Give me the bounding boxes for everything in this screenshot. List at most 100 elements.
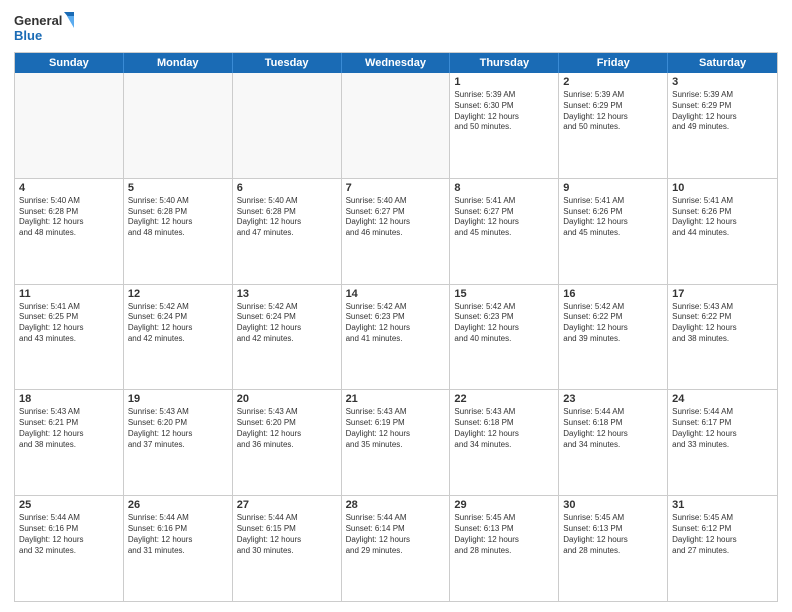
day-cell-1: 1Sunrise: 5:39 AM Sunset: 6:30 PM Daylig… [450, 73, 559, 178]
header-cell-thursday: Thursday [450, 53, 559, 73]
calendar-header: SundayMondayTuesdayWednesdayThursdayFrid… [15, 53, 777, 73]
day-cell-21: 21 Sunrise: 5:43 AM Sunset: 6:19 PM Dayli… [342, 390, 451, 495]
day-cell-20: 20 Sunrise: 5:43 AM Sunset: 6:20 PM Dayli… [233, 390, 342, 495]
day-info: Sunrise: 5:41 AM Sunset: 6:25 PM Dayligh… [19, 302, 119, 345]
day-info: Sunrise: 5:41 AM Sunset: 6:26 PM Dayligh… [672, 196, 773, 239]
day-cell-4: 4 Sunrise: 5:40 AM Sunset: 6:28 PM Daylig… [15, 179, 124, 284]
day-info: Sunrise: 5:43 AM Sunset: 6:20 PM Dayligh… [237, 407, 337, 450]
day-cell-24: 24 Sunrise: 5:44 AM Sunset: 6:17 PM Dayli… [668, 390, 777, 495]
header-cell-tuesday: Tuesday [233, 53, 342, 73]
day-info: Sunrise: 5:42 AM Sunset: 6:23 PM Dayligh… [454, 302, 554, 345]
header-cell-saturday: Saturday [668, 53, 777, 73]
logo-svg: General Blue [14, 10, 74, 46]
empty-cell [233, 73, 342, 178]
empty-cell [15, 73, 124, 178]
day-number: 4 [19, 182, 119, 194]
day-cell-14: 14 Sunrise: 5:42 AM Sunset: 6:23 PM Dayli… [342, 285, 451, 390]
day-number: 18 [19, 393, 119, 405]
day-number: 14 [346, 288, 446, 300]
day-info: Sunrise: 5:40 AM Sunset: 6:27 PM Dayligh… [346, 196, 446, 239]
day-cell-17: 17 Sunrise: 5:43 AM Sunset: 6:22 PM Dayli… [668, 285, 777, 390]
day-cell-28: 28 Sunrise: 5:44 AM Sunset: 6:14 PM Dayli… [342, 496, 451, 601]
day-cell-23: 23 Sunrise: 5:44 AM Sunset: 6:18 PM Dayli… [559, 390, 668, 495]
day-number: 26 [128, 499, 228, 511]
calendar-row-3: 18 Sunrise: 5:43 AM Sunset: 6:21 PM Dayli… [15, 389, 777, 495]
day-info: Sunrise: 5:43 AM Sunset: 6:20 PM Dayligh… [128, 407, 228, 450]
day-info: Sunrise: 5:44 AM Sunset: 6:17 PM Dayligh… [672, 407, 773, 450]
day-number: 30 [563, 499, 663, 511]
day-number: 13 [237, 288, 337, 300]
svg-text:General: General [14, 13, 62, 28]
day-number: 6 [237, 182, 337, 194]
day-cell-9: 9 Sunrise: 5:41 AM Sunset: 6:26 PM Daylig… [559, 179, 668, 284]
day-info: Sunrise: 5:44 AM Sunset: 6:14 PM Dayligh… [346, 513, 446, 556]
day-number: 22 [454, 393, 554, 405]
day-number: 27 [237, 499, 337, 511]
calendar-row-2: 11 Sunrise: 5:41 AM Sunset: 6:25 PM Dayli… [15, 284, 777, 390]
day-number: 5 [128, 182, 228, 194]
day-number: 1 [454, 76, 554, 88]
header-cell-monday: Monday [124, 53, 233, 73]
day-number: 28 [346, 499, 446, 511]
day-number: 31 [672, 499, 773, 511]
day-info: Sunrise: 5:43 AM Sunset: 6:22 PM Dayligh… [672, 302, 773, 345]
day-info: Sunrise: 5:43 AM Sunset: 6:19 PM Dayligh… [346, 407, 446, 450]
day-cell-29: 29 Sunrise: 5:45 AM Sunset: 6:13 PM Dayli… [450, 496, 559, 601]
day-number: 20 [237, 393, 337, 405]
day-number: 29 [454, 499, 554, 511]
day-number: 2 [563, 76, 663, 88]
day-info: Sunrise: 5:45 AM Sunset: 6:13 PM Dayligh… [454, 513, 554, 556]
day-number: 3 [672, 76, 773, 88]
day-cell-25: 25 Sunrise: 5:44 AM Sunset: 6:16 PM Dayli… [15, 496, 124, 601]
day-cell-8: 8 Sunrise: 5:41 AM Sunset: 6:27 PM Daylig… [450, 179, 559, 284]
day-number: 23 [563, 393, 663, 405]
day-info: Sunrise: 5:43 AM Sunset: 6:21 PM Dayligh… [19, 407, 119, 450]
day-cell-5: 5 Sunrise: 5:40 AM Sunset: 6:28 PM Daylig… [124, 179, 233, 284]
empty-cell [124, 73, 233, 178]
day-info: Sunrise: 5:41 AM Sunset: 6:26 PM Dayligh… [563, 196, 663, 239]
day-number: 12 [128, 288, 228, 300]
day-info: Sunrise: 5:41 AM Sunset: 6:27 PM Dayligh… [454, 196, 554, 239]
day-cell-22: 22 Sunrise: 5:43 AM Sunset: 6:18 PM Dayli… [450, 390, 559, 495]
day-cell-15: 15 Sunrise: 5:42 AM Sunset: 6:23 PM Dayli… [450, 285, 559, 390]
day-number: 8 [454, 182, 554, 194]
day-cell-19: 19 Sunrise: 5:43 AM Sunset: 6:20 PM Dayli… [124, 390, 233, 495]
day-number: 19 [128, 393, 228, 405]
day-number: 15 [454, 288, 554, 300]
day-info: Sunrise: 5:43 AM Sunset: 6:18 PM Dayligh… [454, 407, 554, 450]
day-number: 11 [19, 288, 119, 300]
day-info: Sunrise: 5:42 AM Sunset: 6:24 PM Dayligh… [128, 302, 228, 345]
day-cell-27: 27Sunrise: 5:44 AM Sunset: 6:15 PM Dayli… [233, 496, 342, 601]
day-info: Sunrise: 5:42 AM Sunset: 6:22 PM Dayligh… [563, 302, 663, 345]
day-number: 17 [672, 288, 773, 300]
day-number: 7 [346, 182, 446, 194]
day-cell-6: 6Sunrise: 5:40 AM Sunset: 6:28 PM Daylig… [233, 179, 342, 284]
calendar: SundayMondayTuesdayWednesdayThursdayFrid… [14, 52, 778, 602]
header-cell-friday: Friday [559, 53, 668, 73]
svg-text:Blue: Blue [14, 28, 42, 43]
day-cell-12: 12 Sunrise: 5:42 AM Sunset: 6:24 PM Dayli… [124, 285, 233, 390]
day-cell-7: 7 Sunrise: 5:40 AM Sunset: 6:27 PM Daylig… [342, 179, 451, 284]
day-info: Sunrise: 5:44 AM Sunset: 6:16 PM Dayligh… [128, 513, 228, 556]
page-header: General Blue [14, 10, 778, 46]
day-info: Sunrise: 5:45 AM Sunset: 6:13 PM Dayligh… [563, 513, 663, 556]
day-info: Sunrise: 5:40 AM Sunset: 6:28 PM Dayligh… [128, 196, 228, 239]
day-cell-16: 16 Sunrise: 5:42 AM Sunset: 6:22 PM Dayli… [559, 285, 668, 390]
day-cell-30: 30 Sunrise: 5:45 AM Sunset: 6:13 PM Dayli… [559, 496, 668, 601]
calendar-row-0: 1Sunrise: 5:39 AM Sunset: 6:30 PM Daylig… [15, 73, 777, 178]
day-info: Sunrise: 5:40 AM Sunset: 6:28 PM Dayligh… [19, 196, 119, 239]
day-info: Sunrise: 5:42 AM Sunset: 6:23 PM Dayligh… [346, 302, 446, 345]
calendar-row-4: 25 Sunrise: 5:44 AM Sunset: 6:16 PM Dayli… [15, 495, 777, 601]
day-number: 24 [672, 393, 773, 405]
day-cell-26: 26 Sunrise: 5:44 AM Sunset: 6:16 PM Dayli… [124, 496, 233, 601]
day-cell-31: 31 Sunrise: 5:45 AM Sunset: 6:12 PM Dayli… [668, 496, 777, 601]
logo: General Blue [14, 10, 74, 46]
day-cell-3: 3Sunrise: 5:39 AM Sunset: 6:29 PM Daylig… [668, 73, 777, 178]
day-number: 16 [563, 288, 663, 300]
day-number: 9 [563, 182, 663, 194]
day-number: 21 [346, 393, 446, 405]
day-number: 25 [19, 499, 119, 511]
day-info: Sunrise: 5:45 AM Sunset: 6:12 PM Dayligh… [672, 513, 773, 556]
day-info: Sunrise: 5:44 AM Sunset: 6:18 PM Dayligh… [563, 407, 663, 450]
day-info: Sunrise: 5:44 AM Sunset: 6:16 PM Dayligh… [19, 513, 119, 556]
